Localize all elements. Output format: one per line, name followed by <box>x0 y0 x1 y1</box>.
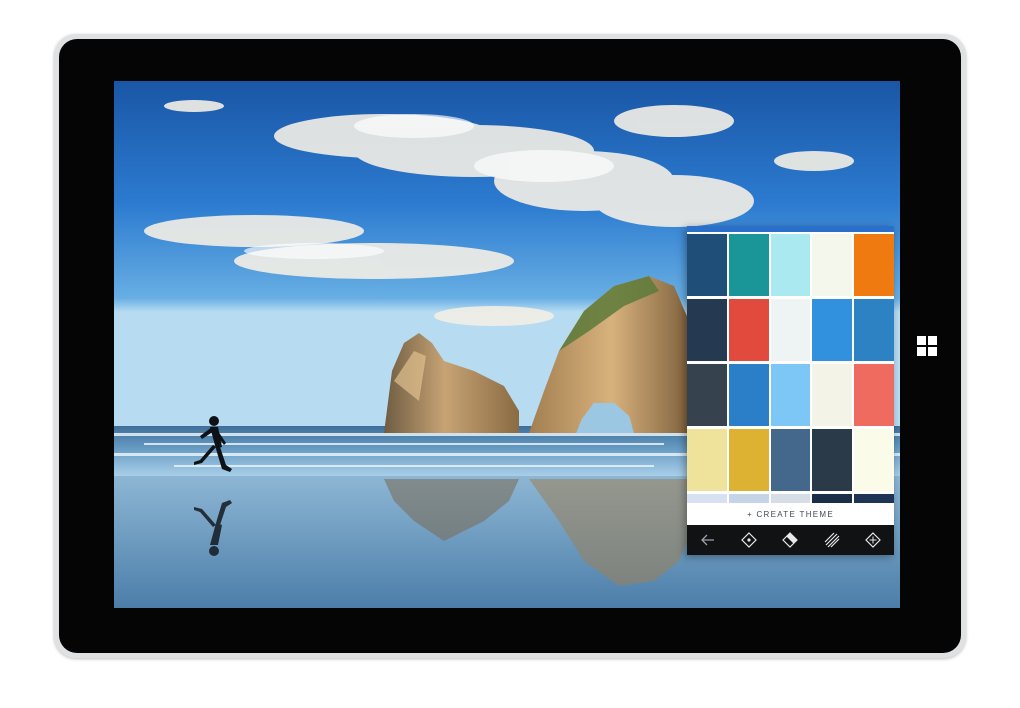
swatch[interactable] <box>770 234 811 296</box>
swatch[interactable] <box>812 429 853 491</box>
panel-accent-bar <box>687 226 894 232</box>
windows-logo-icon <box>917 336 937 356</box>
create-theme-button[interactable]: + CREATE THEME <box>687 503 894 525</box>
swatch[interactable] <box>812 234 853 296</box>
peek-swatch <box>854 494 894 503</box>
swatch[interactable] <box>728 299 769 361</box>
palette-row-4[interactable] <box>687 429 894 491</box>
swatch[interactable] <box>812 364 853 426</box>
stripes-icon <box>824 532 840 548</box>
swatch[interactable] <box>770 299 811 361</box>
palette-row-2[interactable] <box>687 299 894 361</box>
swatch[interactable] <box>687 234 727 296</box>
windows-start-button[interactable] <box>916 335 938 357</box>
swatch[interactable] <box>728 234 769 296</box>
swatch[interactable] <box>854 234 894 296</box>
peek-swatch <box>770 494 811 503</box>
swatch[interactable] <box>687 364 727 426</box>
back-arrow-icon <box>700 534 714 546</box>
swatch[interactable] <box>854 299 894 361</box>
eraser-icon <box>782 532 799 548</box>
swatch[interactable] <box>854 429 894 491</box>
swatch[interactable] <box>770 429 811 491</box>
explore-button[interactable] <box>738 529 760 551</box>
compass-icon <box>741 532 757 548</box>
shapes-button[interactable] <box>862 529 884 551</box>
pattern-button[interactable] <box>821 529 843 551</box>
palette-row-3[interactable] <box>687 364 894 426</box>
palette-row-1[interactable] <box>687 234 894 296</box>
swatch[interactable] <box>854 364 894 426</box>
back-button[interactable] <box>697 529 719 551</box>
swatch[interactable] <box>812 299 853 361</box>
tablet-device: + CREATE THEME <box>54 34 966 658</box>
palette-app-panel: + CREATE THEME <box>687 226 894 555</box>
swatch[interactable] <box>728 429 769 491</box>
peek-swatch <box>687 494 727 503</box>
palette-row-partial[interactable] <box>687 494 894 503</box>
swatch[interactable] <box>728 364 769 426</box>
swatch[interactable] <box>687 299 727 361</box>
peek-swatch <box>728 494 769 503</box>
swatch[interactable] <box>687 429 727 491</box>
bottom-toolbar <box>687 525 894 555</box>
shapes-icon <box>865 532 882 548</box>
swatch[interactable] <box>770 364 811 426</box>
peek-swatch <box>812 494 853 503</box>
eraser-button[interactable] <box>779 529 801 551</box>
create-theme-label: + CREATE THEME <box>746 509 835 519</box>
